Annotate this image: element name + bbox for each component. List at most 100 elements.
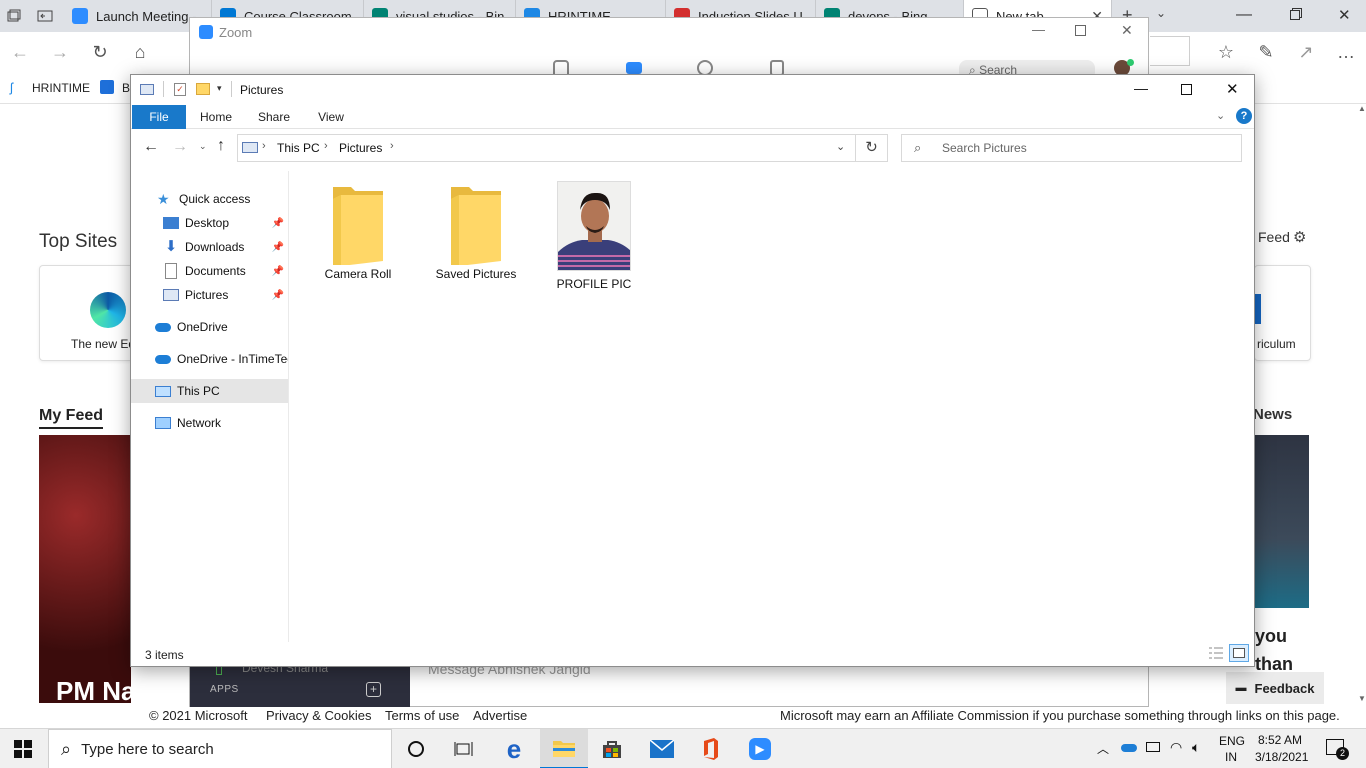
feed-headline[interactable]: you (1255, 626, 1287, 647)
favorites-star-icon[interactable]: ☆ (1214, 40, 1238, 64)
pin-icon[interactable]: 📌 (272, 242, 284, 253)
new-folder-icon[interactable] (196, 83, 210, 95)
wifi-icon[interactable]: ◠ (1170, 739, 1182, 756)
maximize-icon[interactable] (1181, 84, 1192, 95)
tab-share[interactable]: Share (251, 105, 297, 129)
windows-start-icon[interactable] (14, 740, 32, 758)
breadcrumb-chevron-icon[interactable]: › (390, 140, 394, 152)
address-dropdown-icon[interactable]: ⌄ (836, 140, 845, 153)
close-window-icon[interactable]: ✕ (1226, 80, 1239, 98)
nav-this-pc[interactable]: This PC (131, 379, 288, 403)
file-item-image[interactable]: PROFILE PIC (544, 181, 644, 293)
minimize-icon[interactable]: — (1134, 80, 1148, 96)
volume-icon[interactable]: 🔈︎ (1192, 739, 1200, 756)
pen-icon[interactable]: ✎ (1254, 40, 1278, 64)
show-hidden-icons-chevron-icon[interactable]: ︿ (1097, 740, 1109, 757)
task-view-icon[interactable] (440, 729, 488, 768)
my-feed-tab[interactable]: My Feed (39, 407, 104, 429)
nav-quick-access[interactable]: ★ Quick access (131, 187, 288, 211)
zoom-taskbar-icon[interactable]: ▶ (736, 729, 784, 768)
nav-desktop[interactable]: Desktop 📌 (131, 211, 288, 235)
nav-onedrive[interactable]: OneDrive (131, 315, 288, 339)
favorite-link[interactable]: B (122, 81, 130, 95)
input-region[interactable]: IN (1225, 750, 1237, 764)
feedback-button[interactable]: ▬ Feedback (1226, 672, 1324, 704)
nav-pictures[interactable]: Pictures 📌 (131, 283, 288, 307)
minimize-icon[interactable]: — (1032, 22, 1045, 37)
recent-locations-chevron-icon[interactable]: ⌄ (199, 141, 207, 152)
office-icon[interactable] (686, 729, 734, 768)
chat-icon[interactable] (626, 62, 642, 74)
breadcrumb-chevron-icon[interactable]: › (324, 140, 328, 152)
tab-list-chevron-icon[interactable]: ⌄ (1156, 6, 1166, 20)
scroll-up-icon[interactable]: ▲ (1358, 104, 1366, 113)
pin-icon[interactable]: 📌 (272, 266, 284, 277)
top-site-tile[interactable]: riculum (1254, 265, 1311, 361)
close-window-icon[interactable]: ✕ (1338, 6, 1351, 24)
nav-downloads[interactable]: ⬇ Downloads 📌 (131, 235, 288, 259)
more-icon[interactable]: … (1334, 40, 1358, 64)
tab-actions-icon[interactable] (6, 8, 22, 24)
back-icon[interactable]: ← (8, 40, 32, 64)
clock-time[interactable]: 8:52 AM (1258, 733, 1302, 747)
pin-icon[interactable]: 📌 (272, 290, 284, 301)
tab-view[interactable]: View (309, 105, 353, 129)
terms-link[interactable]: Terms of use (385, 708, 459, 723)
properties-icon[interactable]: ✓ (174, 83, 186, 96)
file-item-folder[interactable]: Saved Pictures (426, 181, 526, 293)
file-item-folder[interactable]: Camera Roll (308, 181, 408, 293)
advertise-link[interactable]: Advertise (473, 708, 527, 723)
cortana-icon[interactable] (392, 729, 440, 768)
refresh-icon[interactable]: ↻ (88, 40, 112, 64)
page-scrollbar[interactable]: ▲ ▼ (1356, 104, 1366, 706)
feed-link[interactable]: Feed (1258, 229, 1290, 245)
search-input[interactable]: ⌕ Search Pictures (901, 134, 1242, 162)
scroll-down-icon[interactable]: ▼ (1358, 694, 1366, 703)
expand-ribbon-chevron-icon[interactable]: ⌄ (1216, 109, 1225, 122)
pin-icon[interactable]: 📌 (272, 218, 284, 229)
clock-date[interactable]: 3/18/2021 (1255, 750, 1308, 764)
feed-card-image[interactable] (39, 435, 131, 703)
favorite-link[interactable]: HRINTIME (32, 81, 90, 95)
minimize-icon[interactable]: — (1236, 6, 1252, 24)
nav-network[interactable]: Network (131, 411, 288, 435)
top-site-tile[interactable]: The new Ed (39, 265, 135, 361)
tab-file[interactable]: File (132, 105, 186, 129)
feed-card-image[interactable] (1255, 435, 1309, 608)
close-window-icon[interactable]: ✕ (1121, 22, 1133, 39)
nav-documents[interactable]: Documents 📌 (131, 259, 288, 283)
forward-icon[interactable]: → (172, 138, 188, 156)
input-language[interactable]: ENG (1219, 734, 1245, 748)
large-icons-view-icon[interactable] (1229, 644, 1249, 662)
tab-home[interactable]: Home (193, 105, 239, 129)
taskbar-search-box[interactable]: ⌕ Type here to search (48, 729, 392, 768)
up-arrow-icon[interactable]: ↑ (217, 137, 225, 155)
edge-taskbar-icon[interactable]: e (490, 729, 538, 768)
details-view-icon[interactable] (1208, 646, 1224, 660)
feed-headline[interactable]: PM Narend (56, 676, 131, 707)
maximize-icon[interactable] (1075, 25, 1086, 36)
home-icon[interactable]: ⌂ (128, 40, 152, 64)
news-tab[interactable]: News (1253, 406, 1292, 423)
breadcrumb-pictures[interactable]: Pictures (339, 141, 382, 155)
help-icon[interactable]: ? (1236, 108, 1252, 124)
nav-onedrive-org[interactable]: OneDrive - InTimeTec (131, 347, 288, 371)
breadcrumb-this-pc[interactable]: This PC (277, 141, 320, 155)
breadcrumb-chevron-icon[interactable]: › (262, 140, 266, 152)
mail-icon[interactable] (638, 729, 686, 768)
add-app-icon[interactable]: + (366, 682, 381, 697)
restore-icon[interactable] (1290, 8, 1302, 20)
settings-gear-icon[interactable]: ⚙ (1293, 228, 1306, 246)
store-icon[interactable] (588, 729, 636, 768)
back-icon[interactable]: ← (143, 138, 159, 156)
refresh-icon[interactable]: ↻ (856, 134, 888, 162)
qat-dropdown-icon[interactable]: ▾ (217, 83, 222, 94)
battery-icon[interactable] (1146, 742, 1160, 752)
tab-preview-icon[interactable] (36, 8, 56, 24)
share-icon[interactable]: ↗ (1294, 40, 1318, 64)
file-explorer-taskbar-icon[interactable] (540, 729, 588, 768)
privacy-link[interactable]: Privacy & Cookies (266, 708, 371, 723)
address-bar[interactable]: › This PC › Pictures › ⌄ (237, 134, 856, 162)
address-bar-end[interactable] (1150, 36, 1190, 66)
onedrive-tray-icon[interactable] (1121, 744, 1137, 752)
